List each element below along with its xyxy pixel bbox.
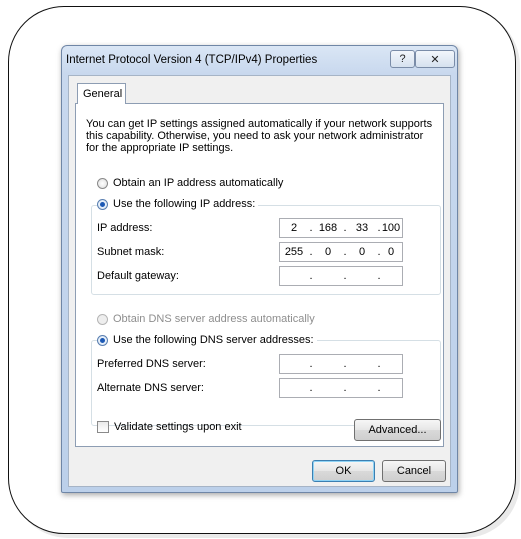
tcpip-properties-dialog: Internet Protocol Version 4 (TCP/IPv4) P… bbox=[61, 45, 458, 493]
obtain-ip-auto-label: Obtain an IP address automatically bbox=[113, 177, 284, 189]
validate-settings-label: Validate settings upon exit bbox=[114, 421, 242, 433]
close-button[interactable]: ✕ bbox=[415, 50, 455, 68]
alternate-dns-field[interactable]: . . . bbox=[279, 378, 403, 398]
ok-button-label: OK bbox=[335, 465, 352, 477]
ip-dot: . bbox=[309, 270, 313, 282]
ip-dot: . bbox=[343, 382, 347, 394]
subnet-mask-label: Subnet mask: bbox=[97, 246, 165, 258]
default-gateway-label: Default gateway: bbox=[97, 270, 179, 282]
ip-octet: 0 bbox=[324, 246, 332, 258]
advanced-button[interactable]: Advanced... bbox=[354, 419, 441, 441]
ip-octet: 33 bbox=[355, 222, 369, 234]
preferred-dns-label: Preferred DNS server: bbox=[97, 358, 206, 370]
alternate-dns-label: Alternate DNS server: bbox=[97, 382, 204, 394]
ip-address-label: IP address: bbox=[97, 222, 153, 234]
subnet-mask-field[interactable]: 255 . 0 . 0 . 0 bbox=[279, 242, 403, 262]
radio-selected-icon bbox=[97, 198, 108, 210]
obtain-dns-auto-radio[interactable]: Obtain DNS server address automatically bbox=[97, 313, 315, 325]
preferred-dns-field[interactable]: . . . bbox=[279, 354, 403, 374]
ip-octet: 255 bbox=[284, 246, 304, 258]
ip-octet: 0 bbox=[387, 246, 395, 258]
title-bar[interactable]: Internet Protocol Version 4 (TCP/IPv4) P… bbox=[62, 46, 457, 74]
ip-dot: . bbox=[377, 382, 381, 394]
ip-dot: . bbox=[309, 358, 313, 370]
close-icon: ✕ bbox=[430, 53, 440, 66]
cancel-button-label: Cancel bbox=[396, 465, 432, 477]
use-following-dns-radio[interactable]: Use the following DNS server addresses: bbox=[97, 334, 317, 346]
intro-text: You can get IP settings assigned automat… bbox=[86, 118, 436, 154]
radio-selected-icon bbox=[97, 334, 108, 346]
ok-button[interactable]: OK bbox=[312, 460, 375, 482]
ip-octet: 2 bbox=[290, 222, 298, 234]
ip-octet: 100 bbox=[381, 222, 401, 234]
tab-general[interactable]: General bbox=[77, 83, 126, 104]
intro-line: for the appropriate IP settings. bbox=[86, 142, 234, 154]
ip-octet: 168 bbox=[318, 222, 338, 234]
validate-settings-checkbox[interactable]: Validate settings upon exit bbox=[97, 421, 242, 433]
tab-general-label: General bbox=[83, 88, 123, 100]
ip-dot: . bbox=[377, 358, 381, 370]
radio-disabled-icon bbox=[97, 313, 108, 325]
use-following-dns-label: Use the following DNS server addresses: bbox=[113, 334, 314, 346]
ip-dot: . bbox=[343, 270, 347, 282]
use-following-ip-radio[interactable]: Use the following IP address: bbox=[97, 198, 259, 210]
obtain-dns-auto-label: Obtain DNS server address automatically bbox=[113, 313, 315, 325]
intro-line: this capability. Otherwise, you need to … bbox=[86, 130, 424, 142]
ip-dot: . bbox=[343, 358, 347, 370]
use-following-ip-label: Use the following IP address: bbox=[113, 198, 256, 210]
checkbox-icon bbox=[97, 421, 109, 433]
ip-address-field[interactable]: 2 . 168 . 33 . 100 bbox=[279, 218, 403, 238]
advanced-button-label: Advanced... bbox=[368, 424, 427, 436]
default-gateway-field[interactable]: . . . bbox=[279, 266, 403, 286]
dialog-content: General You can get IP settings assigned… bbox=[68, 75, 451, 487]
ip-dot: . bbox=[377, 270, 381, 282]
cancel-button[interactable]: Cancel bbox=[382, 460, 446, 482]
intro-line: You can get IP settings assigned automat… bbox=[86, 118, 433, 130]
window-title: Internet Protocol Version 4 (TCP/IPv4) P… bbox=[66, 54, 318, 66]
help-button[interactable]: ? bbox=[390, 50, 415, 68]
radio-icon bbox=[97, 177, 108, 189]
obtain-ip-auto-radio[interactable]: Obtain an IP address automatically bbox=[97, 177, 283, 189]
ip-dot: . bbox=[309, 382, 313, 394]
ip-octet: 0 bbox=[358, 246, 366, 258]
help-icon: ? bbox=[399, 53, 406, 65]
